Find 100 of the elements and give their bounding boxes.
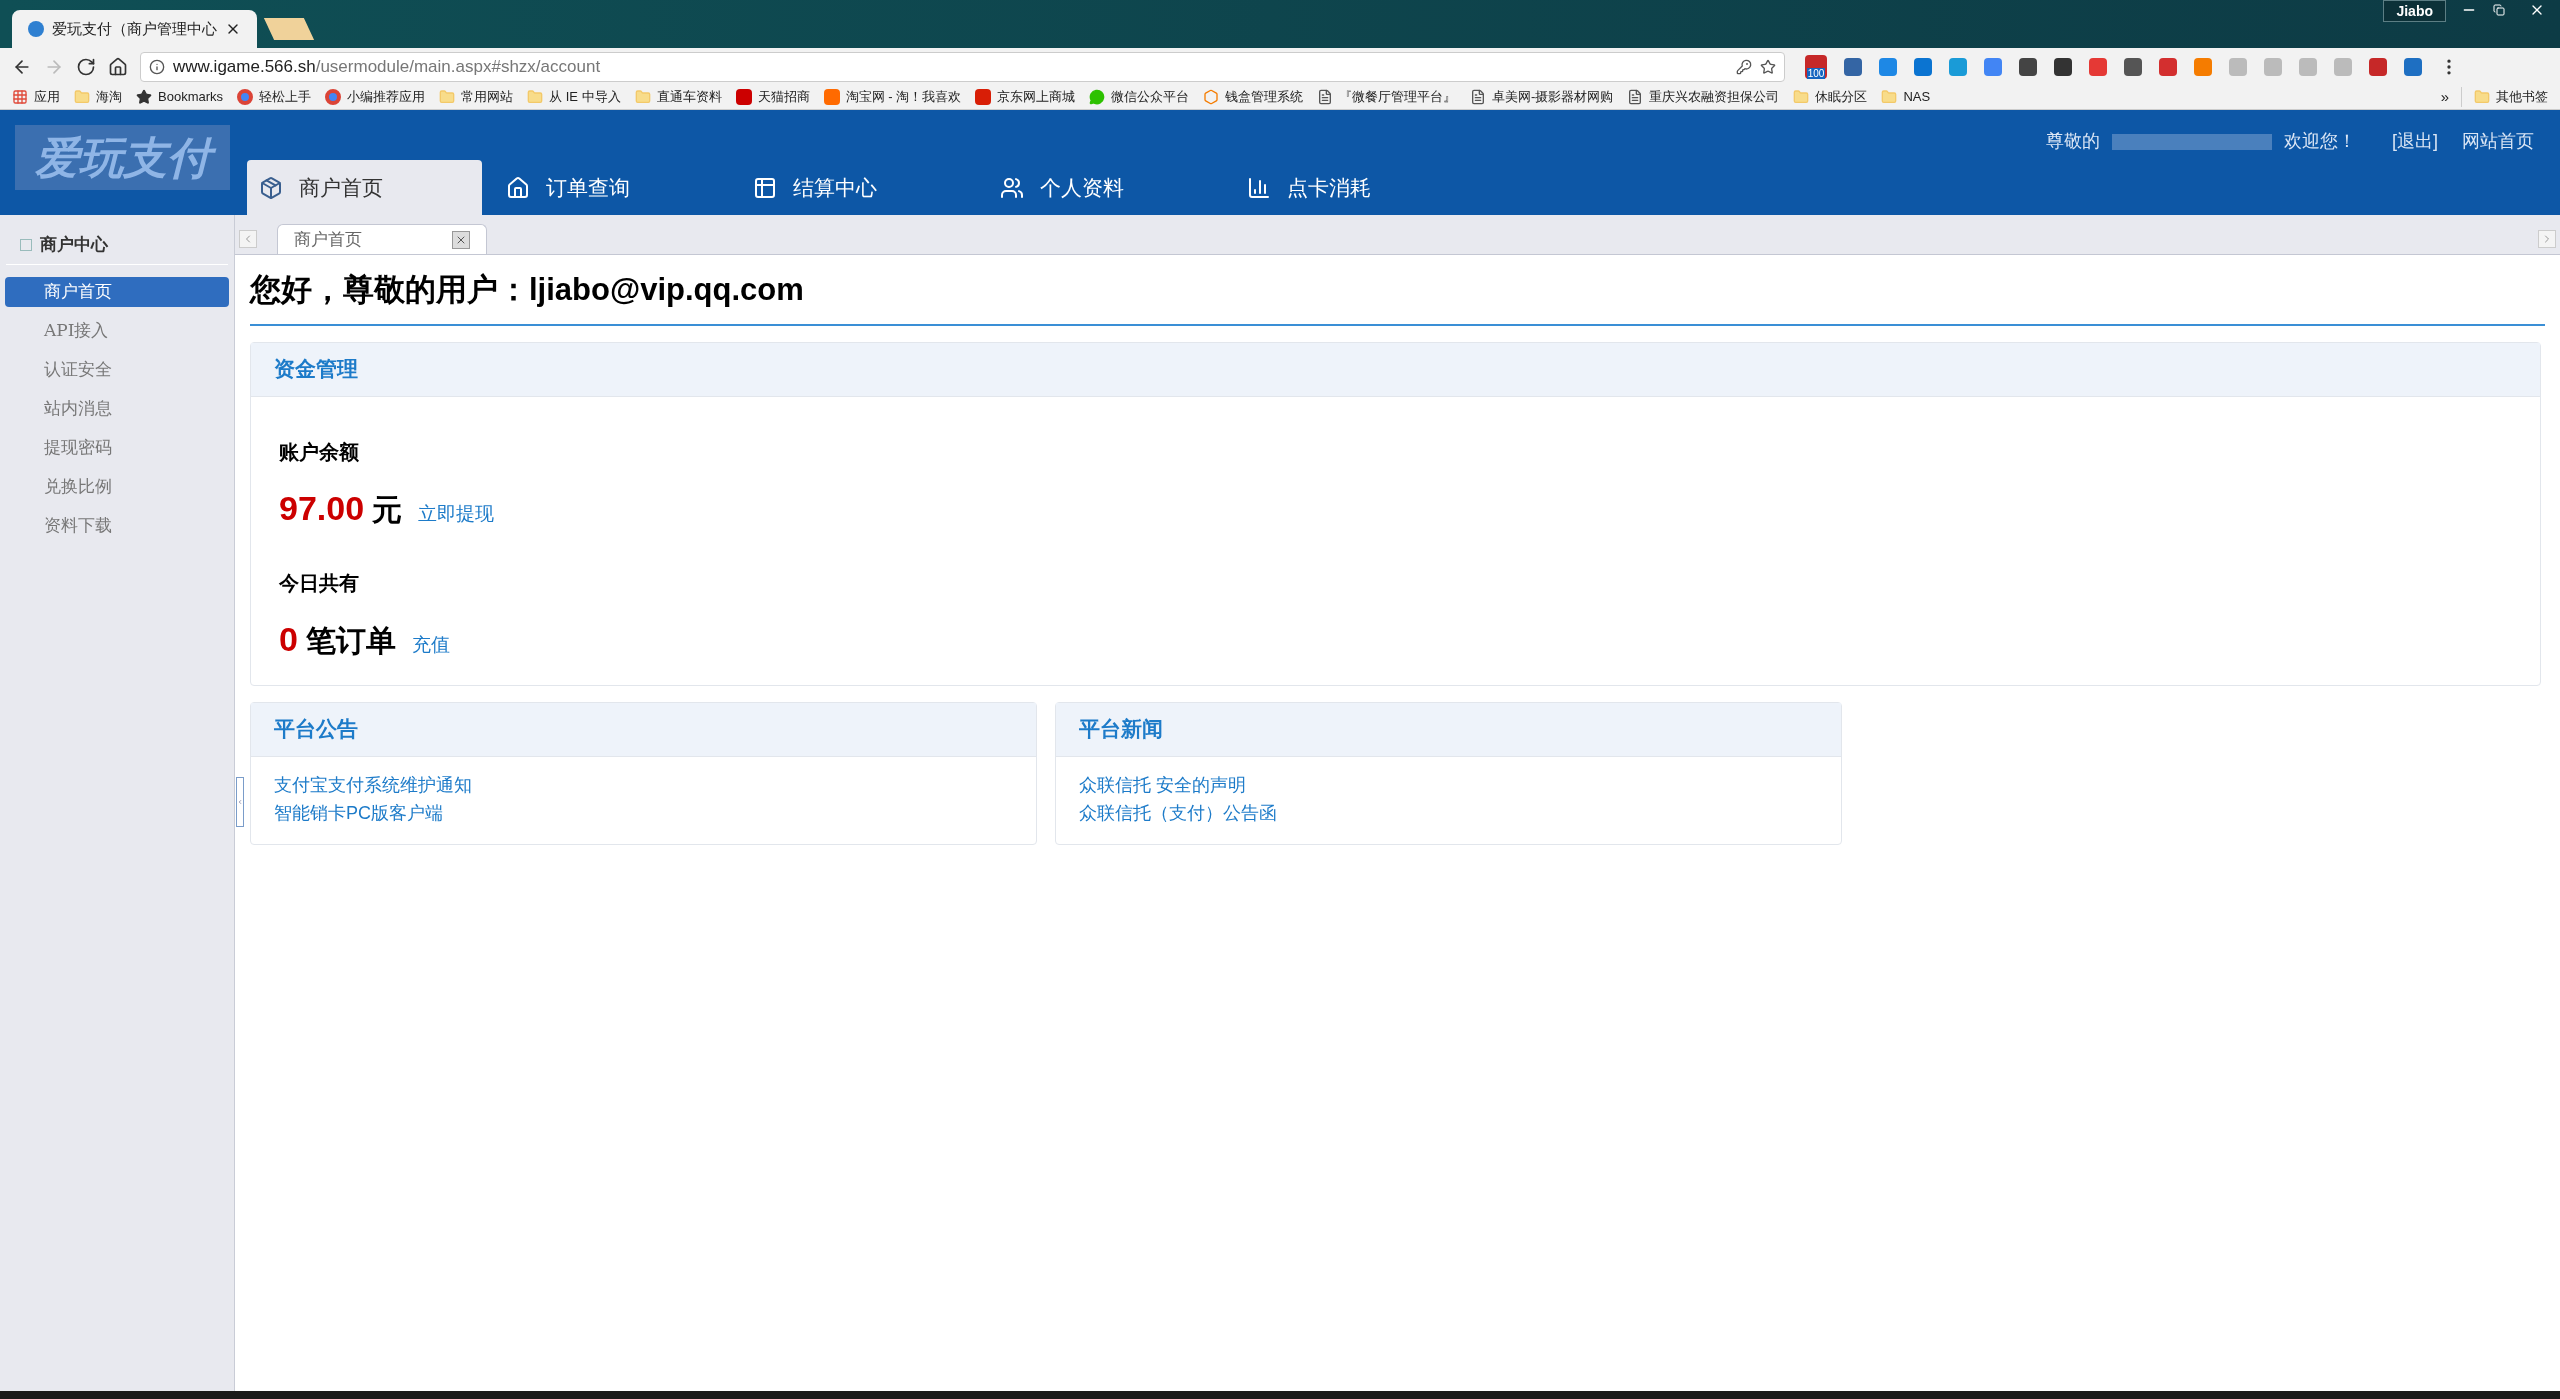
collapse-handle[interactable] <box>236 777 244 827</box>
browser-tab[interactable]: 爱玩支付（商户管理中心 <box>12 10 257 48</box>
panel-title: 平台新闻 <box>1079 716 1163 743</box>
bookmark-item[interactable]: 重庆兴农融资担保公司 <box>1627 87 1780 107</box>
logout-link[interactable]: [退出] <box>2392 128 2438 155</box>
sidebar-item[interactable]: 站内消息 <box>5 394 229 424</box>
news-link[interactable]: 支付宝支付系统维护通知 <box>274 770 472 799</box>
url-text: www.igame.566.sh/usermodule/main.aspx#shzx/account <box>173 55 601 78</box>
bookmark-item[interactable]: 天猫招商 <box>735 87 810 107</box>
bookmark-item[interactable]: 京东网上商城 <box>975 87 1076 107</box>
folder-icon <box>2474 89 2490 105</box>
address-bar[interactable]: www.igame.566.sh/usermodule/main.aspx#shzx/account <box>140 51 1785 82</box>
bookmark-item[interactable]: 海淘 <box>74 87 122 107</box>
overflow-button[interactable]: » <box>2440 85 2449 109</box>
sidebar-item[interactable]: 认证安全 <box>5 355 229 385</box>
bookmark-item[interactable]: 微信公众平台 <box>1089 87 1190 107</box>
page-icon <box>1470 89 1487 105</box>
folder-icon <box>634 89 651 105</box>
extension-icon[interactable] <box>2054 57 2072 76</box>
bookmark-item[interactable]: 其他书签 <box>2461 87 2548 107</box>
panel-title: 平台公告 <box>274 716 358 743</box>
bookmark-item[interactable]: 直通车资料 <box>634 87 722 107</box>
bookmark-item[interactable]: Bookmarks <box>136 87 224 107</box>
bookmark-item[interactable]: 轻松上手 <box>237 87 312 107</box>
apps-icon <box>12 89 28 105</box>
table-icon <box>753 175 777 200</box>
extension-badge: 100 <box>1806 67 1826 79</box>
panel-title: 资金管理 <box>274 356 358 383</box>
orders-unit: 笔订单 <box>305 622 396 659</box>
bookmark-item[interactable]: 小编推荐应用 <box>325 87 426 107</box>
site-icon <box>28 21 44 37</box>
news-link[interactable]: 众联信托（支付）公告函 <box>1079 798 1277 827</box>
sidebar-item[interactable]: API接入 <box>5 316 229 346</box>
currency-unit: 元 <box>372 491 403 528</box>
sidebar-item[interactable]: 提现密码 <box>5 433 229 463</box>
bookmark-item[interactable]: 『微餐厅管理平台』 <box>1317 87 1457 107</box>
bookmark-item[interactable]: 休眠分区 <box>1793 87 1868 107</box>
order-count: 0 <box>279 618 298 660</box>
key-icon[interactable] <box>1736 58 1752 75</box>
balance-amount: 97.00 <box>279 487 365 529</box>
today-label: 今日共有 <box>279 570 360 596</box>
extension-icon[interactable] <box>1844 57 1862 76</box>
bookmark-item[interactable]: 淘宝网 - 淘！我喜欢 <box>823 87 962 107</box>
restore-icon[interactable] <box>2493 4 2505 16</box>
sidebar-item[interactable]: 资料下载 <box>5 511 229 541</box>
home-icon <box>506 175 530 200</box>
globe-icon <box>325 89 342 105</box>
folder-icon <box>1881 89 1898 105</box>
sidebar-title: 商户中心 <box>40 232 108 256</box>
chat-icon <box>1089 89 1106 105</box>
nav-tab[interactable]: 结算中心 <box>741 160 976 215</box>
bookmark-item[interactable]: 应用 <box>12 87 60 107</box>
bookmark-item[interactable]: 从 IE 中导入 <box>527 87 621 107</box>
sidebar-item[interactable]: 商户首页 <box>5 277 229 307</box>
info-icon[interactable] <box>149 58 165 75</box>
nav-tab[interactable]: 订单查询 <box>494 160 729 215</box>
page-heading: 您好，尊敬的用户：ljiabo@vip.qq.com <box>250 267 2545 326</box>
square-icon <box>975 89 992 105</box>
hexagon-icon <box>1203 89 1220 105</box>
bookmark-item[interactable]: 常用网站 <box>439 87 514 107</box>
greeting-text: 尊敬的 <box>2046 130 2100 153</box>
bar-chart-icon <box>1247 175 1271 200</box>
square-icon <box>823 89 840 105</box>
folder-icon <box>439 89 456 105</box>
site-home-link[interactable]: 网站首页 <box>2462 128 2534 155</box>
balance-label: 账户余额 <box>279 439 360 465</box>
bookmark-item[interactable]: 钱盒管理系统 <box>1203 87 1304 107</box>
nav-tab[interactable]: 点卡消耗 <box>1235 160 1470 215</box>
globe-icon <box>237 89 254 105</box>
news-link[interactable]: 智能销卡PC版客户端 <box>274 798 443 827</box>
profile-button[interactable]: Jiabo <box>2383 0 2446 22</box>
home-icon[interactable] <box>108 56 128 77</box>
recharge-link[interactable]: 充值 <box>411 630 450 659</box>
star-icon <box>136 89 152 105</box>
close-icon[interactable] <box>452 230 470 249</box>
page-tab[interactable]: 商户首页 <box>277 224 487 254</box>
extension-icon[interactable] <box>2124 57 2142 76</box>
folder-icon <box>1793 89 1810 105</box>
folder-icon <box>527 89 544 105</box>
square-icon <box>735 89 752 105</box>
news-link[interactable]: 众联信托 安全的声明 <box>1079 770 1246 799</box>
extension-icon[interactable]: 100 <box>1805 54 1827 79</box>
bookmark-item[interactable]: 卓美网-摄影器材网购 <box>1470 87 1614 107</box>
users-icon <box>1000 175 1024 200</box>
bookmark-item[interactable]: NAS <box>1881 87 1931 107</box>
nav-tab[interactable]: 个人资料 <box>988 160 1223 215</box>
extension-icon[interactable] <box>2369 57 2387 76</box>
star-icon[interactable] <box>1760 58 1776 75</box>
page-icon <box>1317 89 1334 105</box>
chevron-left-icon <box>237 798 243 806</box>
extension-icon[interactable] <box>2019 57 2037 76</box>
page-icon <box>1627 89 1644 105</box>
folder-icon <box>74 89 90 105</box>
reload-icon[interactable] <box>76 56 96 77</box>
box-icon <box>259 175 283 200</box>
welcome-text: 欢迎您！ <box>2284 130 2356 153</box>
sidebar-item[interactable]: 兑换比例 <box>5 472 229 502</box>
nav-tab[interactable]: 商户首页 <box>247 160 482 215</box>
tab-title: 爱玩支付（商户管理中心 <box>52 18 217 39</box>
withdraw-link[interactable]: 立即提现 <box>418 499 495 528</box>
